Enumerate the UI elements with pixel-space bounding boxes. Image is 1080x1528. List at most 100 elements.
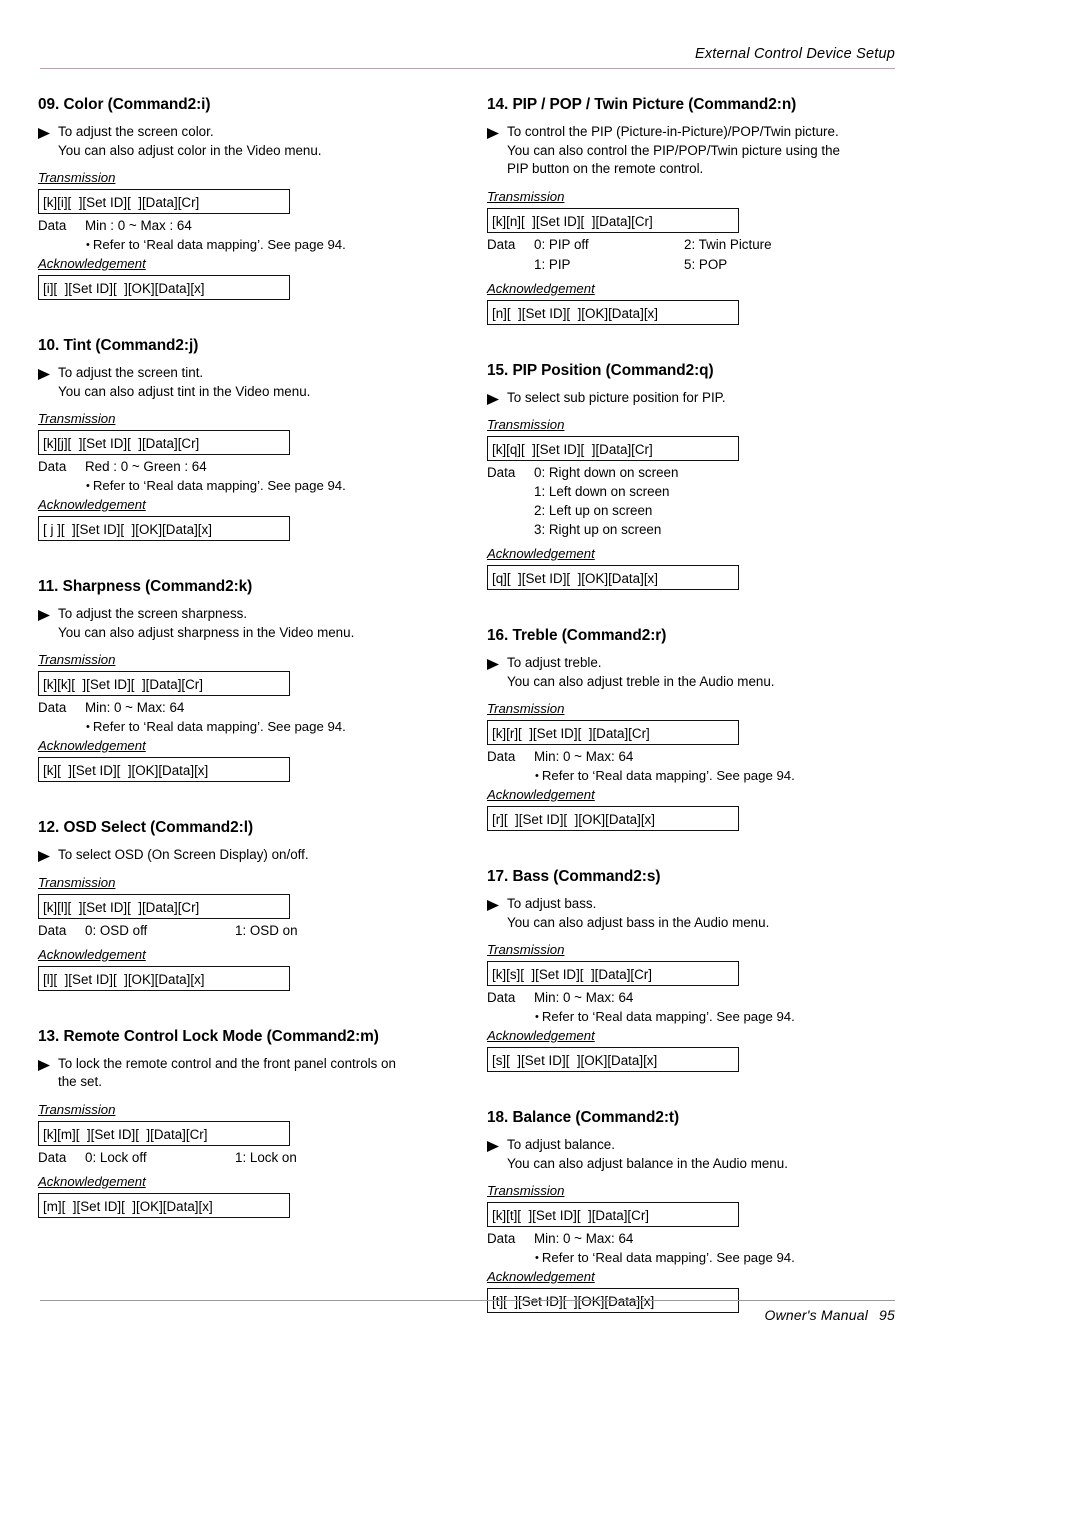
data-option: 1: Left down on screen: [534, 484, 670, 499]
acknowledgement-command-box: [ j ][ ][Set ID][ ][OK][Data][x]: [38, 516, 290, 541]
description-line: You can also adjust treble in the Audio …: [507, 673, 775, 689]
data-mapping-note: • Refer to ‘Real data mapping’. See page …: [487, 1248, 907, 1268]
command-section: 13. Remote Control Lock Mode (Command2:m…: [38, 1027, 458, 1254]
description-line: To adjust bass.: [507, 896, 597, 911]
acknowledgement-command-box: [l][ ][Set ID][ ][OK][Data][x]: [38, 965, 290, 991]
description-line: You can also adjust color in the Video m…: [58, 142, 322, 158]
description-line: To adjust the screen color.: [58, 124, 214, 139]
acknowledgement-command-box: [k][ ][Set ID][ ][OK][Data][x]: [38, 757, 290, 782]
transmission-label: Transmission: [38, 1101, 116, 1117]
bullet-triangle-icon: [38, 123, 53, 139]
description-lines: To adjust balance. You can also adjust ba…: [507, 1136, 788, 1173]
description-line: To adjust balance.: [507, 1137, 615, 1152]
section-title: 14. PIP / POP / Twin Picture (Command2:n…: [487, 96, 797, 113]
acknowledgement-label: Acknowledgement: [487, 1269, 595, 1284]
note-bullet-icon: •: [86, 480, 90, 492]
bullet-triangle-icon: [487, 654, 502, 670]
acknowledgement-label: Acknowledgement: [487, 1028, 595, 1043]
bullet-triangle-icon: [38, 605, 53, 621]
transmission-label: Transmission: [487, 417, 565, 432]
section-description: To adjust the screen color. You can also …: [38, 123, 458, 160]
description-line: You can also control the PIP/POP/Twin pi…: [507, 142, 840, 158]
data-row: Data 0: PIP off 2: Twin Picture: [487, 235, 907, 254]
data-mapping-note: • Refer to ‘Real data mapping’. See page …: [38, 476, 458, 496]
data-label: Data: [487, 749, 516, 764]
data-option: 5: POP: [684, 256, 728, 272]
transmission-label: Transmission: [38, 874, 116, 890]
section-title: 15. PIP Position (Command2:q): [487, 361, 714, 379]
section-title: 12. OSD Select (Command2:l): [38, 819, 254, 836]
note-text: Refer to ‘Real data mapping’. See page 9…: [541, 1009, 795, 1024]
command-section: 15. PIP Position (Command2:q) To select s…: [487, 361, 907, 627]
footer-divider: [40, 1300, 895, 1301]
data-row: Data 0: Right down on screen: [487, 463, 907, 482]
data-row: Data 0: OSD off 1: OSD on: [38, 921, 458, 940]
note-text: Refer to ‘Real data mapping’. See page 9…: [92, 237, 346, 252]
data-value: Min: 0 ~ Max: 64: [534, 1231, 634, 1246]
note-bullet-icon: •: [535, 770, 539, 782]
data-mapping-note: • Refer to ‘Real data mapping’. See page …: [38, 717, 458, 737]
section-title: 17. Bass (Command2:s): [487, 868, 661, 885]
description-line: To adjust the screen sharpness.: [58, 606, 248, 621]
acknowledgement-command-box: [s][ ][Set ID][ ][OK][Data][x]: [487, 1047, 739, 1072]
section-description: To adjust the screen sharpness. You can a…: [38, 605, 458, 642]
section-description: To adjust bass. You can also adjust bass …: [487, 895, 907, 932]
data-mapping-note: • Refer to ‘Real data mapping’. See page …: [487, 766, 907, 786]
data-row: 1: PIP 5: POP: [487, 255, 907, 274]
section-title: 09. Color (Command2:i): [38, 96, 211, 113]
data-option: 2: Twin Picture: [684, 236, 772, 252]
data-option-pair: 0: OSD off 1: OSD on: [85, 921, 458, 940]
description-lines: To control the PIP (Picture-in-Picture)/…: [507, 123, 840, 179]
data-value: Min : 0 ~ Max : 64: [85, 218, 192, 233]
description-line: You can also adjust sharpness in the Vid…: [58, 624, 355, 640]
acknowledgement-label: Acknowledgement: [38, 256, 146, 271]
transmission-command-box: [k][q][ ][Set ID][ ][Data][Cr]: [487, 436, 739, 461]
data-option: 0: Right down on screen: [534, 465, 679, 480]
description-lines: To lock the remote control and the front…: [58, 1055, 396, 1092]
data-option-pair: 1: PIP 5: POP: [534, 255, 907, 274]
bullet-triangle-icon: [487, 1136, 502, 1152]
bullet-triangle-icon: [487, 389, 502, 405]
description-line: To adjust the screen tint.: [58, 365, 204, 380]
command-section: 09. Color (Command2:i) To adjust the scre…: [38, 95, 458, 336]
description-line: You can also adjust tint in the Video me…: [58, 383, 311, 399]
page-header: External Control Device Setup: [40, 44, 895, 69]
note-text: Refer to ‘Real data mapping’. See page 9…: [92, 719, 346, 734]
note-text: Refer to ‘Real data mapping’. See page 9…: [541, 768, 795, 783]
description-lines: To adjust the screen sharpness. You can a…: [58, 605, 354, 642]
description-line: You can also adjust balance in the Audio…: [507, 1155, 788, 1171]
data-option-pair: 0: Lock off 1: Lock on: [85, 1148, 458, 1167]
description-line: the set.: [58, 1074, 102, 1089]
description-lines: To adjust the screen tint. You can also a…: [58, 364, 310, 401]
data-row: Data Min: 0 ~ Max: 64: [487, 747, 907, 766]
note-bullet-icon: •: [86, 721, 90, 733]
section-description: To adjust balance. You can also adjust ba…: [487, 1136, 907, 1173]
data-label: [487, 255, 534, 274]
note-bullet-icon: •: [86, 239, 90, 251]
bullet-triangle-icon: [487, 895, 502, 911]
data-value: Red : 0 ~ Green : 64: [85, 459, 207, 474]
note-bullet-icon: •: [535, 1011, 539, 1023]
description-lines: To adjust treble. You can also adjust tre…: [507, 654, 775, 691]
transmission-command-box: [k][t][ ][Set ID][ ][Data][Cr]: [487, 1202, 739, 1227]
data-option: 0: OSD off: [85, 922, 148, 938]
data-option: 0: Lock off: [85, 1149, 147, 1165]
bullet-triangle-icon: [38, 1055, 53, 1071]
data-mapping-note: • Refer to ‘Real data mapping’. See page …: [487, 1007, 907, 1027]
note-text: Refer to ‘Real data mapping’. See page 9…: [541, 1250, 795, 1265]
command-section: 12. OSD Select (Command2:l) To select OSD…: [38, 818, 458, 1027]
header-divider: [40, 68, 895, 69]
data-label: Data: [38, 1149, 67, 1165]
section-description: To select sub picture position for PIP.: [487, 389, 907, 408]
bullet-triangle-icon: [38, 364, 53, 380]
description-line: To adjust treble.: [507, 655, 602, 670]
command-section: 10. Tint (Command2:j) To adjust the scree…: [38, 336, 458, 577]
page-footer: Owner's Manual 95: [40, 1300, 895, 1323]
data-row: Data Min : 0 ~ Max : 64: [38, 216, 458, 235]
transmission-command-box: [k][l][ ][Set ID][ ][Data][Cr]: [38, 893, 290, 919]
transmission-command-box: [k][k][ ][Set ID][ ][Data][Cr]: [38, 671, 290, 696]
